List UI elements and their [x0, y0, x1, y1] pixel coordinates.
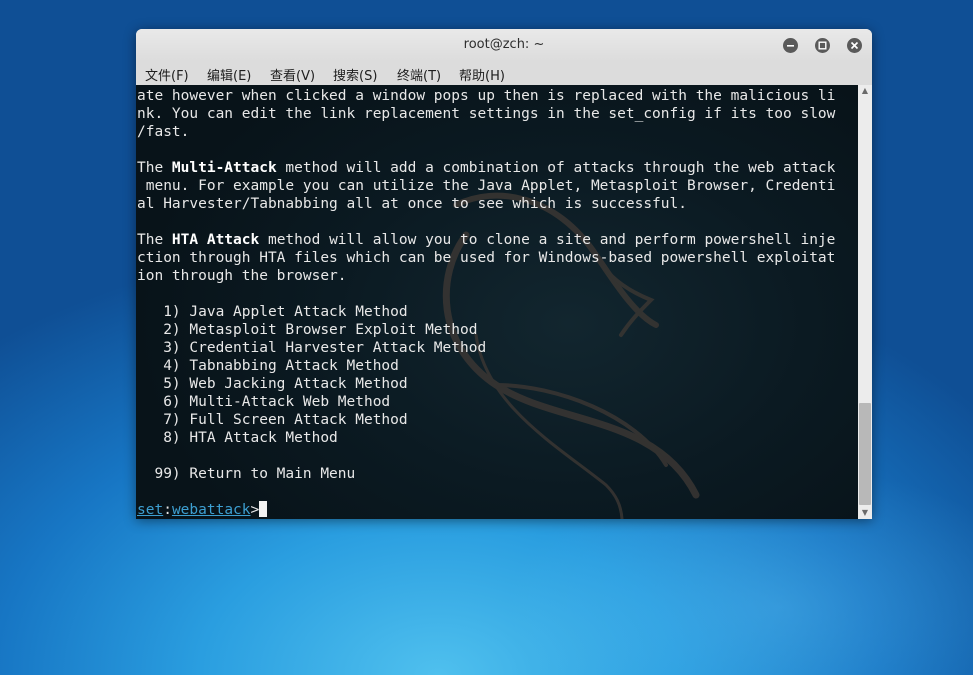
menu-edit[interactable]: 编辑(E): [207, 65, 251, 84]
close-button[interactable]: [847, 38, 862, 53]
text-segment: The: [137, 160, 172, 176]
prompt-colon: :: [163, 502, 172, 518]
menu-file[interactable]: 文件(F): [145, 65, 189, 84]
menu-search[interactable]: 搜索(S): [333, 65, 377, 84]
prompt-gt: >: [250, 502, 260, 518]
prompt-set: set: [137, 502, 164, 518]
output-line: ion through the browser.: [137, 268, 347, 284]
terminal-area[interactable]: ate however when clicked a window pops u…: [136, 85, 858, 519]
menu-option: 4) Tabnabbing Attack Method: [137, 358, 399, 374]
menu-view[interactable]: 查看(V): [270, 65, 315, 84]
menu-terminal[interactable]: 终端(T): [397, 65, 441, 84]
text-segment: method will add a combination of attacks…: [276, 160, 836, 176]
minimize-button[interactable]: [783, 38, 798, 53]
maximize-icon: [818, 41, 827, 50]
command-prompt[interactable]: set:webattack>: [137, 501, 268, 518]
output-line: menu. For example you can utilize the Ja…: [137, 178, 836, 194]
multi-attack-line: The Multi-Attack method will add a combi…: [137, 160, 835, 176]
text-segment: method will allow you to clone a site an…: [259, 232, 836, 248]
return-option: 99) Return to Main Menu: [137, 466, 356, 482]
menu-option: 2) Metasploit Browser Exploit Method: [137, 322, 478, 338]
output-line: nk. You can edit the link replacement se…: [137, 106, 836, 122]
menu-help[interactable]: 帮助(H): [459, 65, 505, 84]
menu-option: 6) Multi-Attack Web Method: [137, 394, 391, 410]
menu-bar: 文件(F) 编辑(E) 查看(V) 搜索(S) 终端(T) 帮助(H): [136, 62, 872, 85]
hta-attack-line: The HTA Attack method will allow you to …: [137, 232, 835, 248]
terminal-window[interactable]: root@zch: ~ 文件(F) 编辑(E) 查看(V) 搜索(S) 终端(T…: [136, 29, 872, 519]
output-line: /fast.: [137, 124, 190, 140]
menu-option: 5) Web Jacking Attack Method: [137, 376, 408, 392]
minimize-icon: [787, 45, 794, 47]
menu-option: 7) Full Screen Attack Method: [137, 412, 408, 428]
text-segment: The: [137, 232, 172, 248]
hta-attack-keyword: HTA Attack: [171, 232, 260, 248]
output-line: ate however when clicked a window pops u…: [137, 88, 836, 104]
terminal-output: ate however when clicked a window pops u…: [137, 87, 835, 519]
window-title: root@zch: ~: [463, 37, 545, 52]
menu-option: 1) Java Applet Attack Method: [137, 304, 408, 320]
output-line: ction through HTA files which can be use…: [137, 250, 836, 266]
menu-option: 8) HTA Attack Method: [137, 430, 338, 446]
scroll-down-arrow-icon[interactable]: ▼: [858, 507, 872, 519]
close-icon: [850, 41, 859, 50]
scroll-thumb[interactable]: [859, 403, 871, 505]
maximize-button[interactable]: [815, 38, 830, 53]
output-line: al Harvester/Tabnabbing all at once to s…: [137, 196, 687, 212]
prompt-module: webattack: [171, 502, 251, 518]
title-bar[interactable]: root@zch: ~: [136, 29, 872, 62]
menu-option: 3) Credential Harvester Attack Method: [137, 340, 487, 356]
multi-attack-keyword: Multi-Attack: [171, 160, 277, 176]
vertical-scrollbar[interactable]: ▲ ▼: [858, 85, 872, 519]
text-cursor: [259, 501, 268, 517]
scroll-up-arrow-icon[interactable]: ▲: [858, 85, 872, 97]
